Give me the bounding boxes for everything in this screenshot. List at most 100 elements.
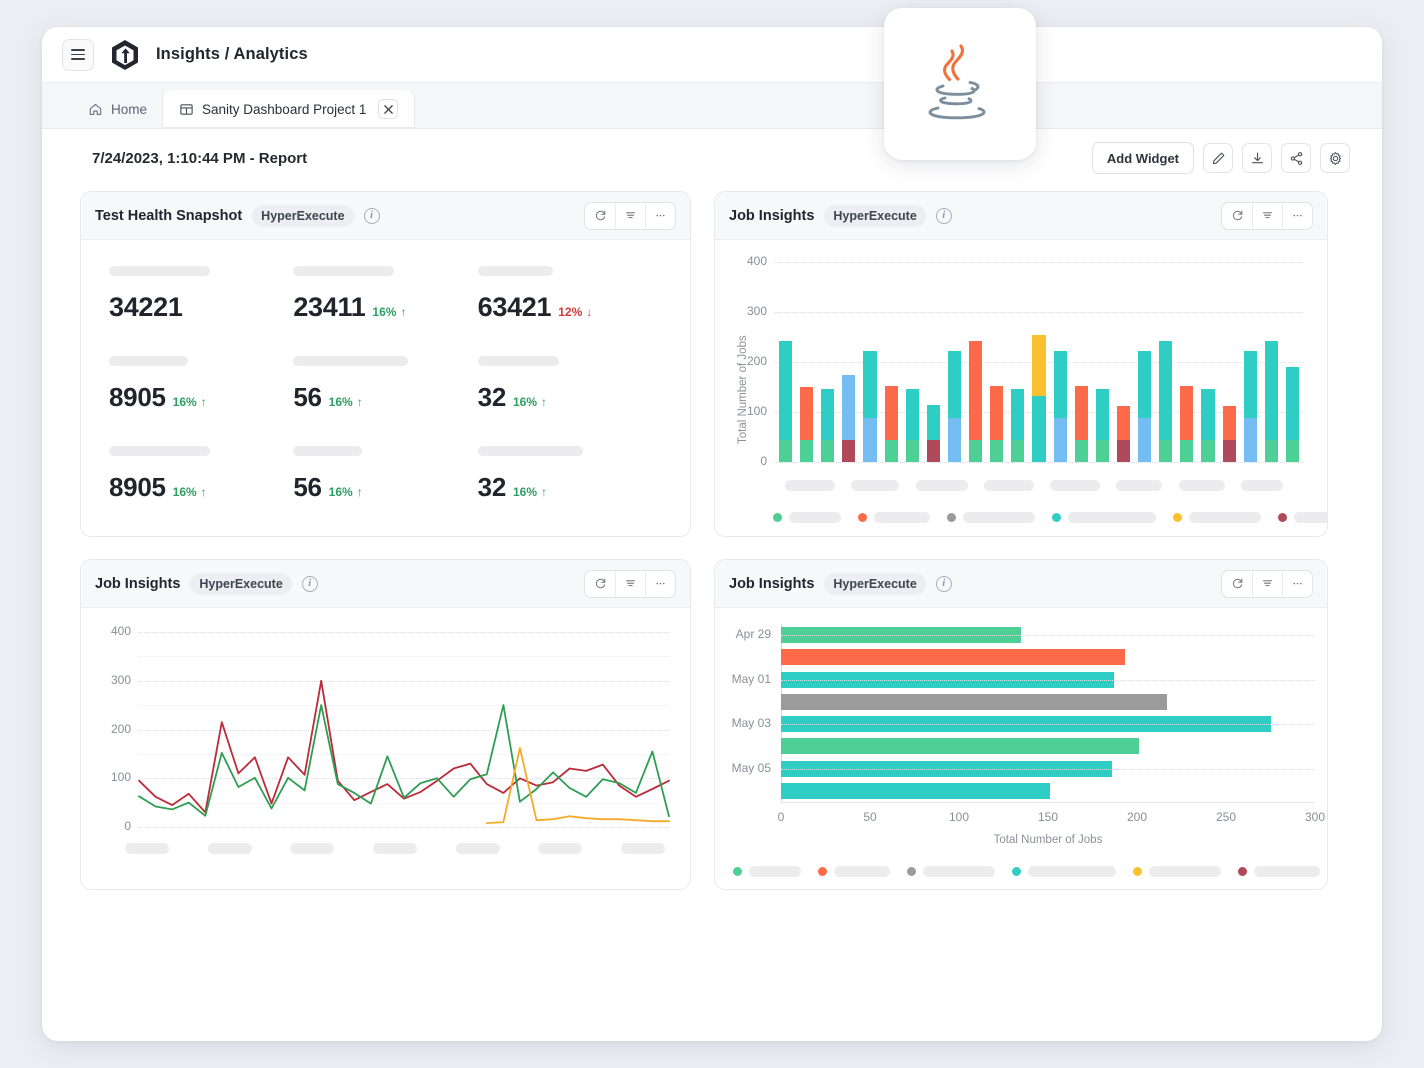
bar-segment[interactable] [1074,440,1088,462]
bar-segment[interactable] [863,350,877,418]
bar-segment[interactable] [990,386,1004,440]
bar-segment[interactable] [779,341,793,440]
bar-segment[interactable] [842,375,856,440]
legend-item[interactable] [1278,512,1327,523]
more-horizontal-icon[interactable] [645,570,675,597]
legend-item[interactable] [947,512,1035,523]
bar-segment[interactable] [1138,418,1152,462]
bar-segment[interactable] [1095,440,1109,462]
bar-segment[interactable] [1138,351,1152,418]
legend-item[interactable] [1052,512,1156,523]
bar-segment[interactable] [884,440,898,462]
bar-segment[interactable] [1053,418,1067,462]
line-series-amber[interactable] [485,747,670,824]
refresh-icon[interactable] [1222,571,1252,597]
bar-segment[interactable] [1180,440,1194,462]
bar-segment[interactable] [1159,340,1173,440]
filter-icon[interactable] [615,570,645,597]
bar-segment[interactable] [1180,385,1194,440]
more-horizontal-icon[interactable] [645,202,675,229]
card-title: Job Insights [95,575,181,592]
share-icon[interactable] [1281,143,1311,173]
bar-segment[interactable] [800,386,814,440]
filter-icon[interactable] [1252,570,1282,597]
bar-segment[interactable] [1074,386,1088,440]
bar-segment[interactable] [842,440,856,462]
bar-segment[interactable] [821,440,835,462]
filter-icon[interactable] [1252,202,1282,229]
bar-segment[interactable] [1243,350,1257,418]
refresh-icon[interactable] [585,571,615,597]
filter-icon[interactable] [615,202,645,229]
bar-segment[interactable] [779,440,793,462]
bar-segment[interactable] [863,418,877,462]
legend-dot [1278,513,1287,522]
bar-segment[interactable] [926,405,940,440]
bar[interactable] [781,738,1139,755]
more-horizontal-icon[interactable] [1282,570,1312,597]
info-icon[interactable]: i [935,207,952,224]
pencil-icon[interactable] [1203,143,1233,173]
bar-segment[interactable] [1032,334,1046,396]
x-tick-skeleton [915,480,968,491]
bar-segment[interactable] [1116,440,1131,462]
stat-cell: 32 16% ↑ [477,356,662,413]
legend-item[interactable] [818,866,890,877]
bar-segment[interactable] [1011,388,1025,440]
line-series-green[interactable] [138,704,670,818]
bar-segment[interactable] [947,418,962,462]
close-icon[interactable] [378,99,399,119]
x-tick-label: 200 [1126,810,1148,824]
download-icon[interactable] [1242,143,1272,173]
refresh-icon[interactable] [585,203,615,229]
bar-segment[interactable] [990,440,1004,462]
gear-icon[interactable] [1320,143,1350,173]
legend-item[interactable] [773,512,841,523]
more-horizontal-icon[interactable] [1282,202,1312,229]
bar-segment[interactable] [947,350,962,418]
bar-segment[interactable] [1243,418,1257,462]
bar-segment[interactable] [1201,440,1215,462]
bar-segment[interactable] [1285,367,1299,440]
bar-segment[interactable] [884,386,898,440]
x-tick-skeleton [785,480,835,491]
add-widget-button[interactable]: Add Widget [1091,142,1194,174]
legend-item[interactable] [1133,866,1221,877]
bar-segment[interactable] [1201,388,1215,440]
bar-segment[interactable] [1285,440,1299,462]
refresh-icon[interactable] [1222,203,1252,229]
x-tick-skeleton [1050,480,1101,491]
bar-segment[interactable] [821,388,835,440]
bar[interactable] [781,649,1125,666]
bar-segment[interactable] [905,440,919,462]
bar[interactable] [781,782,1050,799]
info-icon[interactable]: i [363,207,380,224]
bar-segment[interactable] [1159,440,1173,462]
bar-segment[interactable] [969,340,983,440]
info-icon[interactable]: i [301,575,318,592]
info-icon[interactable]: i [935,575,952,592]
bar-segment[interactable] [1222,406,1236,440]
bar-segment[interactable] [1053,350,1067,418]
tab-home[interactable]: Home [72,90,163,128]
legend-item[interactable] [1238,866,1320,877]
bar[interactable] [781,693,1168,710]
bar-segment[interactable] [1264,440,1278,462]
bar-segment[interactable] [1264,341,1278,440]
hamburger-icon[interactable] [62,38,94,71]
tab-sanity-dashboard-project-1[interactable]: Sanity Dashboard Project 1 [163,90,415,128]
legend-item[interactable] [858,512,930,523]
bar-segment[interactable] [969,440,983,462]
bar-segment[interactable] [926,440,940,462]
bar-segment[interactable] [800,440,814,462]
bar-segment[interactable] [1011,440,1025,462]
bar-segment[interactable] [905,388,919,440]
legend-item[interactable] [733,866,801,877]
legend-item[interactable] [1012,866,1116,877]
bar-segment[interactable] [1116,405,1131,440]
bar-segment[interactable] [1222,440,1236,462]
legend-item[interactable] [1173,512,1261,523]
legend-item[interactable] [907,866,995,877]
bar-segment[interactable] [1095,388,1109,440]
bar-segment[interactable] [1032,395,1046,462]
